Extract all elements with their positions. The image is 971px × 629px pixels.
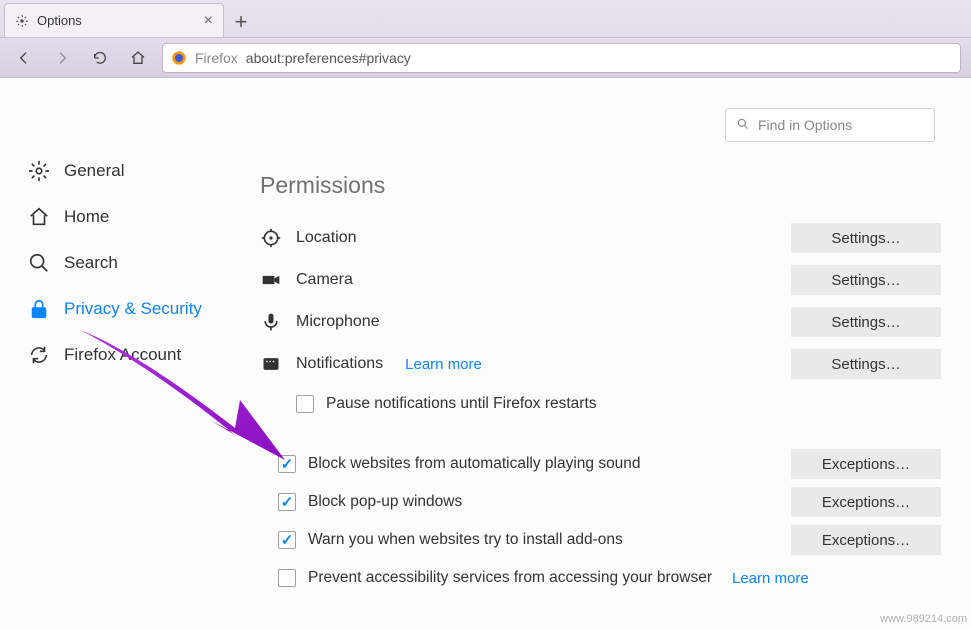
checkbox-row-pause-notifications: Pause notifications until Firefox restar… [260, 385, 941, 423]
checkbox-row-popup: Block pop-up windows Exceptions… [260, 483, 941, 521]
learn-more-link-notifications[interactable]: Learn more [405, 356, 482, 373]
section-title-permissions: Permissions [260, 172, 941, 199]
nav-toolbar: Firefox about:preferences#privacy [0, 38, 971, 78]
camera-icon [260, 269, 282, 291]
checkbox-label: Prevent accessibility services from acce… [308, 569, 712, 587]
notification-icon [260, 353, 282, 375]
checkbox-label: Block websites from automatically playin… [308, 455, 779, 473]
search-icon [736, 117, 750, 134]
sidebar-item-label: Privacy & Security [64, 299, 202, 319]
settings-button-notifications[interactable]: Settings… [791, 349, 941, 379]
sidebar-item-label: Search [64, 253, 118, 273]
sidebar-item-label: Home [64, 207, 109, 227]
permission-label: Microphone [296, 313, 777, 331]
checkbox-label: Pause notifications until Firefox restar… [326, 395, 941, 413]
settings-button-location[interactable]: Settings… [791, 223, 941, 253]
sidebar-item-general[interactable]: General [28, 148, 240, 194]
gear-icon [28, 160, 50, 182]
checkbox-row-accessibility: Prevent accessibility services from acce… [260, 559, 941, 597]
permission-label: Camera [296, 271, 777, 289]
find-in-options-input[interactable]: Find in Options [725, 108, 935, 142]
checkbox-label: Block pop-up windows [308, 493, 779, 511]
learn-more-link-accessibility[interactable]: Learn more [732, 570, 809, 587]
block-popup-checkbox[interactable] [278, 493, 296, 511]
location-icon [260, 227, 282, 249]
url-text: about:preferences#privacy [246, 50, 411, 66]
tab-strip: Options × + [0, 0, 971, 38]
gear-icon [15, 14, 29, 28]
permission-row-microphone: Microphone Settings… [260, 301, 941, 343]
checkbox-row-warn-addons: Warn you when websites try to install ad… [260, 521, 941, 559]
search-icon [28, 252, 50, 274]
checkbox-label: Warn you when websites try to install ad… [308, 531, 779, 549]
preferences-sidebar: General Home Search Privacy & Security F… [0, 78, 240, 629]
sidebar-item-home[interactable]: Home [28, 194, 240, 240]
browser-tab-options[interactable]: Options × [4, 3, 224, 37]
block-sound-checkbox[interactable] [278, 455, 296, 473]
permission-row-location: Location Settings… [260, 217, 941, 259]
sidebar-item-label: General [64, 161, 124, 181]
home-button[interactable] [124, 44, 152, 72]
watermark-text: www.989214.com [880, 613, 967, 625]
accessibility-checkbox[interactable] [278, 569, 296, 587]
lock-icon [28, 298, 50, 320]
preferences-page: General Home Search Privacy & Security F… [0, 78, 971, 629]
permission-label: Location [296, 229, 777, 247]
preferences-main: Find in Options Permissions Location Set… [240, 78, 971, 629]
microphone-icon [260, 311, 282, 333]
sidebar-item-label: Firefox Account [64, 345, 181, 365]
exceptions-button-popup[interactable]: Exceptions… [791, 487, 941, 517]
permission-row-notifications: Notifications Learn more Settings… [260, 343, 941, 385]
forward-button[interactable] [48, 44, 76, 72]
search-placeholder: Find in Options [758, 117, 852, 133]
permission-label: Notifications [296, 355, 383, 373]
settings-button-microphone[interactable]: Settings… [791, 307, 941, 337]
warn-addons-checkbox[interactable] [278, 531, 296, 549]
exceptions-button-sound[interactable]: Exceptions… [791, 449, 941, 479]
back-button[interactable] [10, 44, 38, 72]
sidebar-item-search[interactable]: Search [28, 240, 240, 286]
sync-icon [28, 344, 50, 366]
pause-notifications-checkbox[interactable] [296, 395, 314, 413]
exceptions-button-addons[interactable]: Exceptions… [791, 525, 941, 555]
sidebar-item-account[interactable]: Firefox Account [28, 332, 240, 378]
url-context-label: Firefox [195, 50, 238, 66]
reload-button[interactable] [86, 44, 114, 72]
permission-row-camera: Camera Settings… [260, 259, 941, 301]
new-tab-button[interactable]: + [224, 7, 258, 37]
settings-button-camera[interactable]: Settings… [791, 265, 941, 295]
tab-close-button[interactable]: × [204, 13, 213, 29]
tab-title: Options [37, 13, 82, 28]
home-icon [28, 206, 50, 228]
url-bar[interactable]: Firefox about:preferences#privacy [162, 43, 961, 73]
checkbox-row-block-sound: Block websites from automatically playin… [260, 445, 941, 483]
sidebar-item-privacy[interactable]: Privacy & Security [28, 286, 240, 332]
firefox-icon [171, 50, 187, 66]
